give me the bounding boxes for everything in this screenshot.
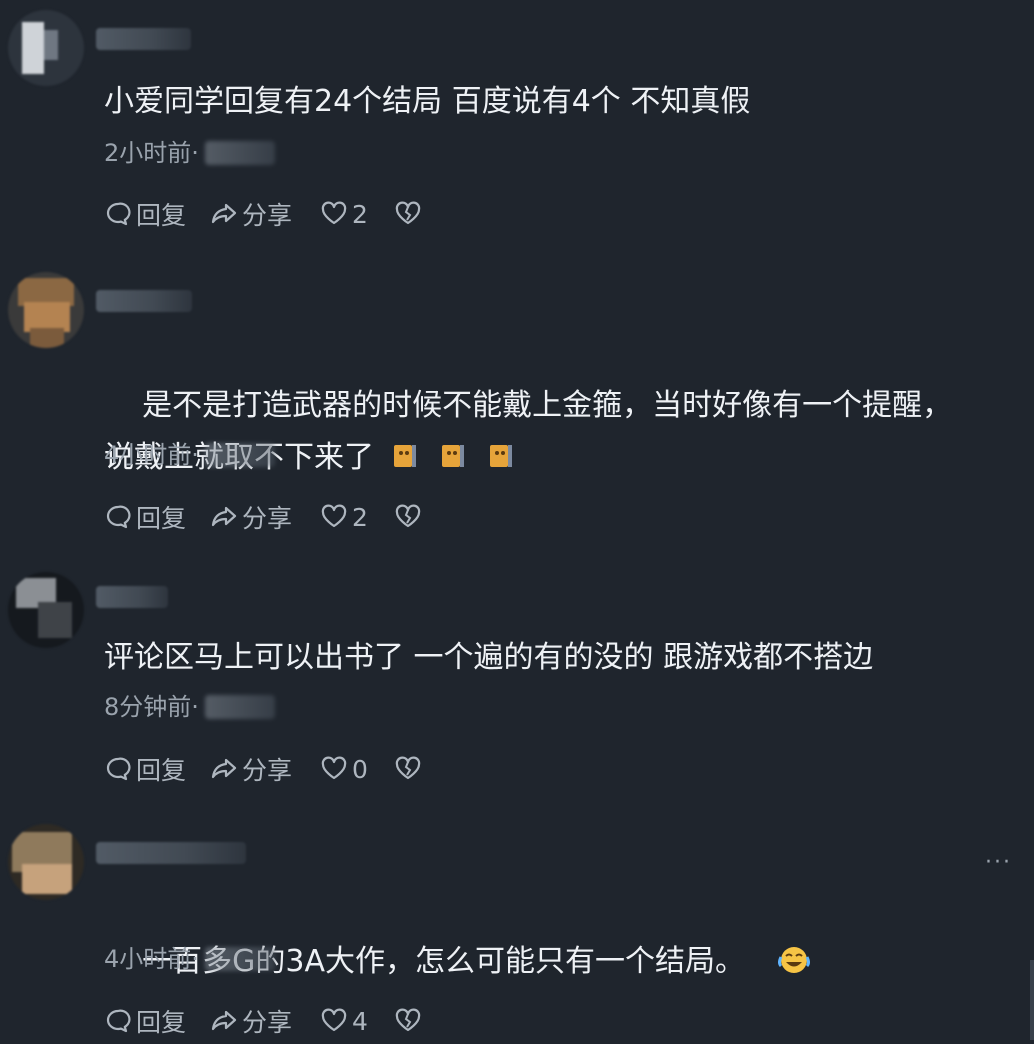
like-button[interactable]: 4 [320, 1007, 368, 1036]
comment-actions: 回复 分享 2 [104, 197, 422, 231]
dislike-button[interactable] [394, 755, 422, 783]
reply-icon [106, 1009, 131, 1033]
broken-heart-icon [395, 756, 421, 780]
reply-icon [106, 202, 131, 226]
reply-label: 回复 [136, 201, 187, 230]
username-blurred[interactable] [96, 586, 168, 608]
like-button[interactable]: 2 [320, 200, 368, 229]
reply-label: 回复 [136, 1008, 187, 1037]
location-blurred [204, 695, 275, 719]
share-label: 分享 [242, 1008, 293, 1037]
heart-icon [321, 1008, 347, 1032]
like-count: 4 [352, 1006, 368, 1036]
share-icon [211, 506, 237, 527]
broken-heart-icon [395, 201, 421, 225]
like-button[interactable]: 2 [320, 503, 368, 532]
reply-button[interactable]: 回复 [104, 751, 186, 787]
timestamp-text: 2小时前· [104, 139, 199, 167]
laughing-tears-emoji [777, 940, 811, 973]
avatar[interactable] [8, 824, 84, 900]
share-button[interactable]: 分享 [210, 1003, 292, 1039]
comment-actions: 回复 分享 0 [104, 752, 422, 786]
comment-text: 小爱同学回复有24个结局 百度说有4个 不知真假 [104, 84, 751, 119]
location-blurred [204, 443, 275, 467]
comment-timestamp: 8分钟前· [104, 692, 275, 722]
monkey-emoji [392, 436, 418, 467]
comment-timestamp: 4小时前· [104, 944, 275, 974]
monkey-emoji [440, 436, 466, 467]
dislike-button[interactable] [394, 1007, 422, 1035]
like-button[interactable]: 0 [320, 755, 368, 784]
broken-heart-icon [395, 504, 421, 528]
comment-timestamp: 2小时前· [104, 138, 275, 168]
location-blurred [204, 141, 275, 165]
dislike-button[interactable] [394, 200, 422, 228]
timestamp-text: 4小时前· [104, 945, 199, 973]
reply-button[interactable]: 回复 [104, 196, 186, 232]
username-blurred[interactable] [96, 28, 191, 50]
avatar[interactable] [8, 572, 84, 648]
broken-heart-icon [395, 1008, 421, 1032]
reply-icon [106, 757, 131, 781]
share-label: 分享 [242, 756, 293, 785]
reply-label: 回复 [136, 504, 187, 533]
timestamp-text: 4小时前· [104, 441, 199, 469]
reply-icon [106, 505, 131, 529]
comment-timestamp: 4小时前· [104, 440, 275, 470]
like-count: 2 [352, 502, 368, 532]
share-label: 分享 [242, 504, 293, 533]
avatar[interactable] [8, 10, 84, 86]
username-blurred[interactable] [96, 842, 246, 864]
monkey-emoji [488, 436, 514, 467]
comment-actions: 回复 分享 4 [104, 1004, 422, 1038]
heart-icon [321, 504, 347, 528]
more-options-button[interactable]: ··· [985, 850, 1012, 875]
heart-icon [321, 756, 347, 780]
share-button[interactable]: 分享 [210, 751, 292, 787]
reply-button[interactable]: 回复 [104, 499, 186, 535]
share-icon [211, 203, 237, 224]
share-icon [211, 1010, 237, 1031]
comment-actions: 回复 分享 2 [104, 500, 422, 534]
scrollbar[interactable] [1030, 960, 1034, 1040]
dislike-button[interactable] [394, 503, 422, 531]
reply-button[interactable]: 回复 [104, 1003, 186, 1039]
share-label: 分享 [242, 201, 293, 230]
share-button[interactable]: 分享 [210, 196, 292, 232]
timestamp-text: 8分钟前· [104, 693, 199, 721]
share-icon [211, 758, 237, 779]
share-button[interactable]: 分享 [210, 499, 292, 535]
reply-label: 回复 [136, 756, 187, 785]
comment-text: 评论区马上可以出书了 一个遍的有的没的 跟游戏都不搭边 [104, 640, 874, 675]
like-count: 2 [352, 199, 368, 229]
like-count: 0 [352, 754, 368, 784]
location-blurred [204, 947, 275, 971]
avatar[interactable] [8, 272, 84, 348]
heart-icon [321, 201, 347, 225]
username-blurred[interactable] [96, 290, 192, 312]
